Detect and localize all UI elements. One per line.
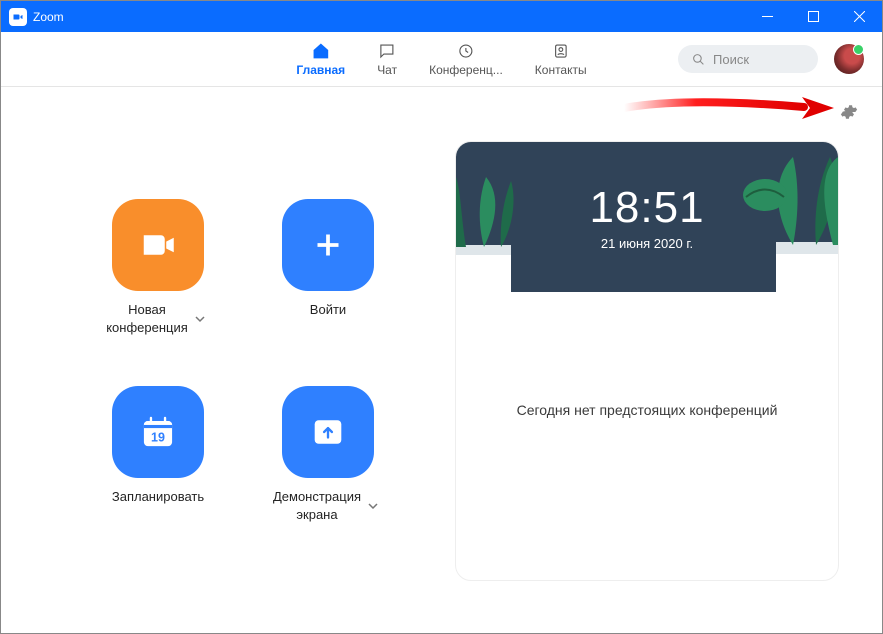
titlebar-left: Zoom	[1, 8, 744, 26]
user-avatar[interactable]	[834, 44, 864, 74]
chat-icon	[378, 41, 396, 61]
gear-icon	[840, 103, 858, 121]
titlebar: Zoom	[1, 1, 882, 32]
tab-chat-label: Чат	[377, 63, 397, 77]
tabs: Главная Чат Конференц... Контакты	[280, 32, 602, 86]
chevron-down-icon	[368, 501, 378, 511]
schedule-label: Запланировать	[112, 488, 204, 506]
plant-decor-right	[738, 157, 838, 292]
content: Новая конференция Войти	[1, 87, 882, 633]
header: Главная Чат Конференц... Контакты	[1, 32, 882, 87]
share-screen-button[interactable]	[282, 386, 374, 478]
clock-icon	[457, 41, 475, 61]
tab-home-label: Главная	[296, 63, 345, 77]
tab-meetings[interactable]: Конференц...	[413, 32, 519, 86]
action-grid: Новая конференция Войти	[73, 199, 413, 523]
share-screen-dropdown[interactable]	[363, 496, 383, 516]
clock-time: 18:51	[589, 183, 704, 233]
schedule-action: 19 Запланировать	[73, 386, 243, 523]
clock-banner: 18:51 21 июня 2020 г.	[456, 142, 838, 292]
new-meeting-action: Новая конференция	[73, 199, 243, 336]
share-screen-icon	[310, 414, 346, 450]
upcoming-panel: 18:51 21 июня 2020 г. Сегодня нет предст…	[455, 141, 839, 581]
tab-home[interactable]: Главная	[280, 32, 361, 86]
search-placeholder: Поиск	[713, 52, 749, 67]
new-meeting-label: Новая конференция	[106, 301, 188, 336]
search-icon	[692, 53, 705, 66]
share-screen-label: Демонстрация экрана	[273, 488, 361, 523]
header-right: Поиск	[678, 44, 882, 74]
calendar-day: 19	[151, 430, 165, 444]
contacts-icon	[552, 41, 570, 61]
plant-decor-left	[456, 177, 526, 292]
home-icon	[312, 41, 330, 61]
minimize-button[interactable]	[744, 1, 790, 32]
close-button[interactable]	[836, 1, 882, 32]
app-window: Zoom Главная Чат	[0, 0, 883, 634]
join-button[interactable]	[282, 199, 374, 291]
tab-meetings-label: Конференц...	[429, 63, 503, 77]
chevron-down-icon	[195, 314, 205, 324]
titlebar-title: Zoom	[33, 10, 64, 24]
tab-chat[interactable]: Чат	[361, 32, 413, 86]
join-action: Войти	[243, 199, 413, 336]
tab-contacts-label: Контакты	[535, 63, 587, 77]
settings-button[interactable]	[840, 103, 858, 121]
clock-date: 21 июня 2020 г.	[601, 236, 693, 251]
search-input[interactable]: Поиск	[678, 45, 818, 73]
new-meeting-dropdown[interactable]	[190, 309, 210, 329]
plus-icon	[310, 227, 346, 263]
app-logo	[9, 8, 27, 26]
join-label: Войти	[310, 301, 346, 319]
no-meetings-text: Сегодня нет предстоящих конференций	[517, 402, 778, 418]
new-meeting-button[interactable]	[112, 199, 204, 291]
video-icon	[140, 227, 176, 263]
annotation-arrow	[624, 93, 834, 123]
maximize-button[interactable]	[790, 1, 836, 32]
schedule-button[interactable]: 19	[112, 386, 204, 478]
calendar-icon: 19	[140, 414, 176, 450]
upcoming-body: Сегодня нет предстоящих конференций	[456, 292, 838, 418]
share-screen-action: Демонстрация экрана	[243, 386, 413, 523]
tab-contacts[interactable]: Контакты	[519, 32, 603, 86]
